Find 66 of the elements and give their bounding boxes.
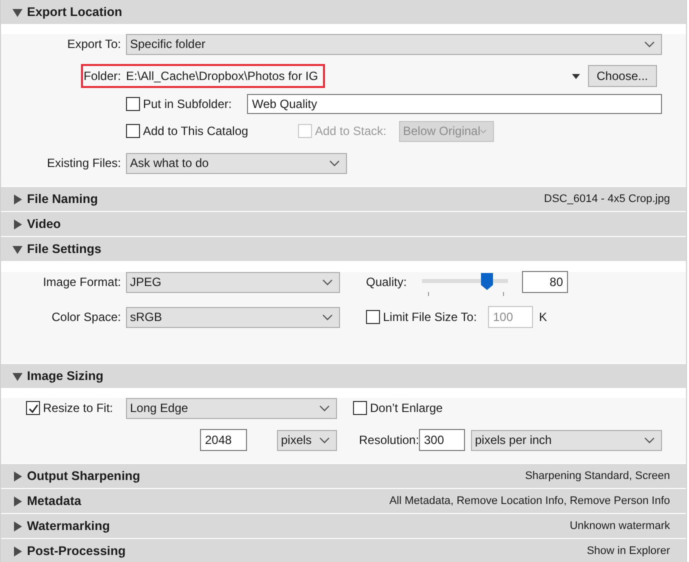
collapse-icon — [12, 244, 23, 254]
field-label: Resolution: — [359, 432, 419, 449]
field-label: Export To: — [66, 36, 121, 53]
input-field[interactable]: 80 — [522, 271, 568, 293]
checkbox-label: Put in Subfolder: — [143, 96, 233, 113]
chevron-icon — [644, 40, 655, 48]
dropdown[interactable]: sRGB — [126, 306, 340, 328]
field-label: Folder: — [83, 68, 121, 85]
expand-icon — [12, 470, 23, 482]
collapse-icon — [12, 6, 23, 18]
input-field[interactable]: 300 — [419, 429, 465, 451]
section-header[interactable]: File Settings — [1, 237, 686, 261]
section-header[interactable]: Metadata All Metadata, Remove Location Info, Remove Person Info — [1, 489, 686, 513]
chevron-icon — [322, 278, 333, 286]
slider-track[interactable] — [422, 273, 508, 297]
chevron-icon — [319, 404, 330, 412]
section-summary: Sharpening Standard, Screen — [525, 468, 670, 484]
section-header[interactable]: Post-Processing Show in Explorer — [1, 539, 686, 562]
checkbox[interactable] — [26, 401, 40, 415]
expand-icon — [12, 520, 23, 532]
chevron-icon — [644, 436, 655, 444]
input-field[interactable]: Web Quality — [247, 94, 662, 114]
checkbox-label: Resize to Fit: — [43, 400, 114, 417]
slider-thumb[interactable] — [481, 273, 494, 290]
check-icon — [28, 402, 38, 414]
checkbox-label: Limit File Size To: — [383, 309, 478, 326]
choose-button[interactable]: Choose... — [588, 65, 657, 87]
checkbox[interactable] — [126, 124, 140, 138]
field-label: Existing Files: — [46, 155, 121, 172]
chevron-icon — [480, 128, 487, 134]
section-header[interactable]: Output Sharpening Sharpening Standard, Screen — [1, 464, 686, 488]
expand-icon — [12, 546, 23, 556]
dropdown[interactable]: Specific folder — [126, 34, 662, 54]
unit-label: K — [539, 309, 548, 326]
chevron-icon — [322, 314, 333, 320]
section-header[interactable]: Export Location — [1, 0, 686, 24]
input-field[interactable]: 2048 — [200, 429, 247, 451]
dropdown[interactable]: pixels per inch — [471, 430, 662, 450]
section-header[interactable]: Video — [1, 212, 686, 236]
dropdown-arrow-icon[interactable] — [572, 74, 580, 78]
expand-icon — [12, 194, 23, 204]
checkbox-label: Add to This Catalog — [143, 123, 250, 140]
field-label: Image Format: — [42, 274, 121, 291]
section-summary: Unknown watermark — [570, 518, 670, 534]
section-header[interactable]: Image Sizing — [1, 364, 686, 388]
checkbox-label: Don’t Enlarge — [370, 400, 443, 417]
collapse-icon — [12, 370, 23, 382]
chevron-icon — [319, 436, 330, 444]
field-label: Quality: — [366, 274, 408, 291]
dropdown[interactable]: pixels — [277, 430, 337, 450]
checkbox-label: Add to Stack: — [315, 123, 388, 140]
dropdown[interactable]: Ask what to do — [126, 152, 347, 174]
dropdown[interactable]: Long Edge — [126, 398, 337, 418]
expand-icon — [12, 496, 23, 506]
section-summary: DSC_6014 - 4x5 Crop.jpg — [544, 192, 670, 207]
checkbox[interactable] — [126, 97, 140, 111]
section-header[interactable]: Watermarking Unknown watermark — [1, 514, 686, 538]
field-label: Color Space: — [50, 309, 121, 326]
dropdown[interactable]: JPEG — [126, 272, 340, 292]
section-header[interactable]: File Naming DSC_6014 - 4x5 Crop.jpg — [1, 187, 686, 211]
folder-path: E:\All_Cache\Dropbox\Photos for IG — [126, 68, 318, 85]
expand-icon — [12, 218, 23, 230]
checkbox[interactable] — [353, 401, 367, 415]
chevron-icon — [329, 160, 340, 166]
section-summary: All Metadata, Remove Location Info, Remove Person Info — [389, 494, 670, 509]
section-summary: Show in Explorer — [586, 544, 670, 559]
